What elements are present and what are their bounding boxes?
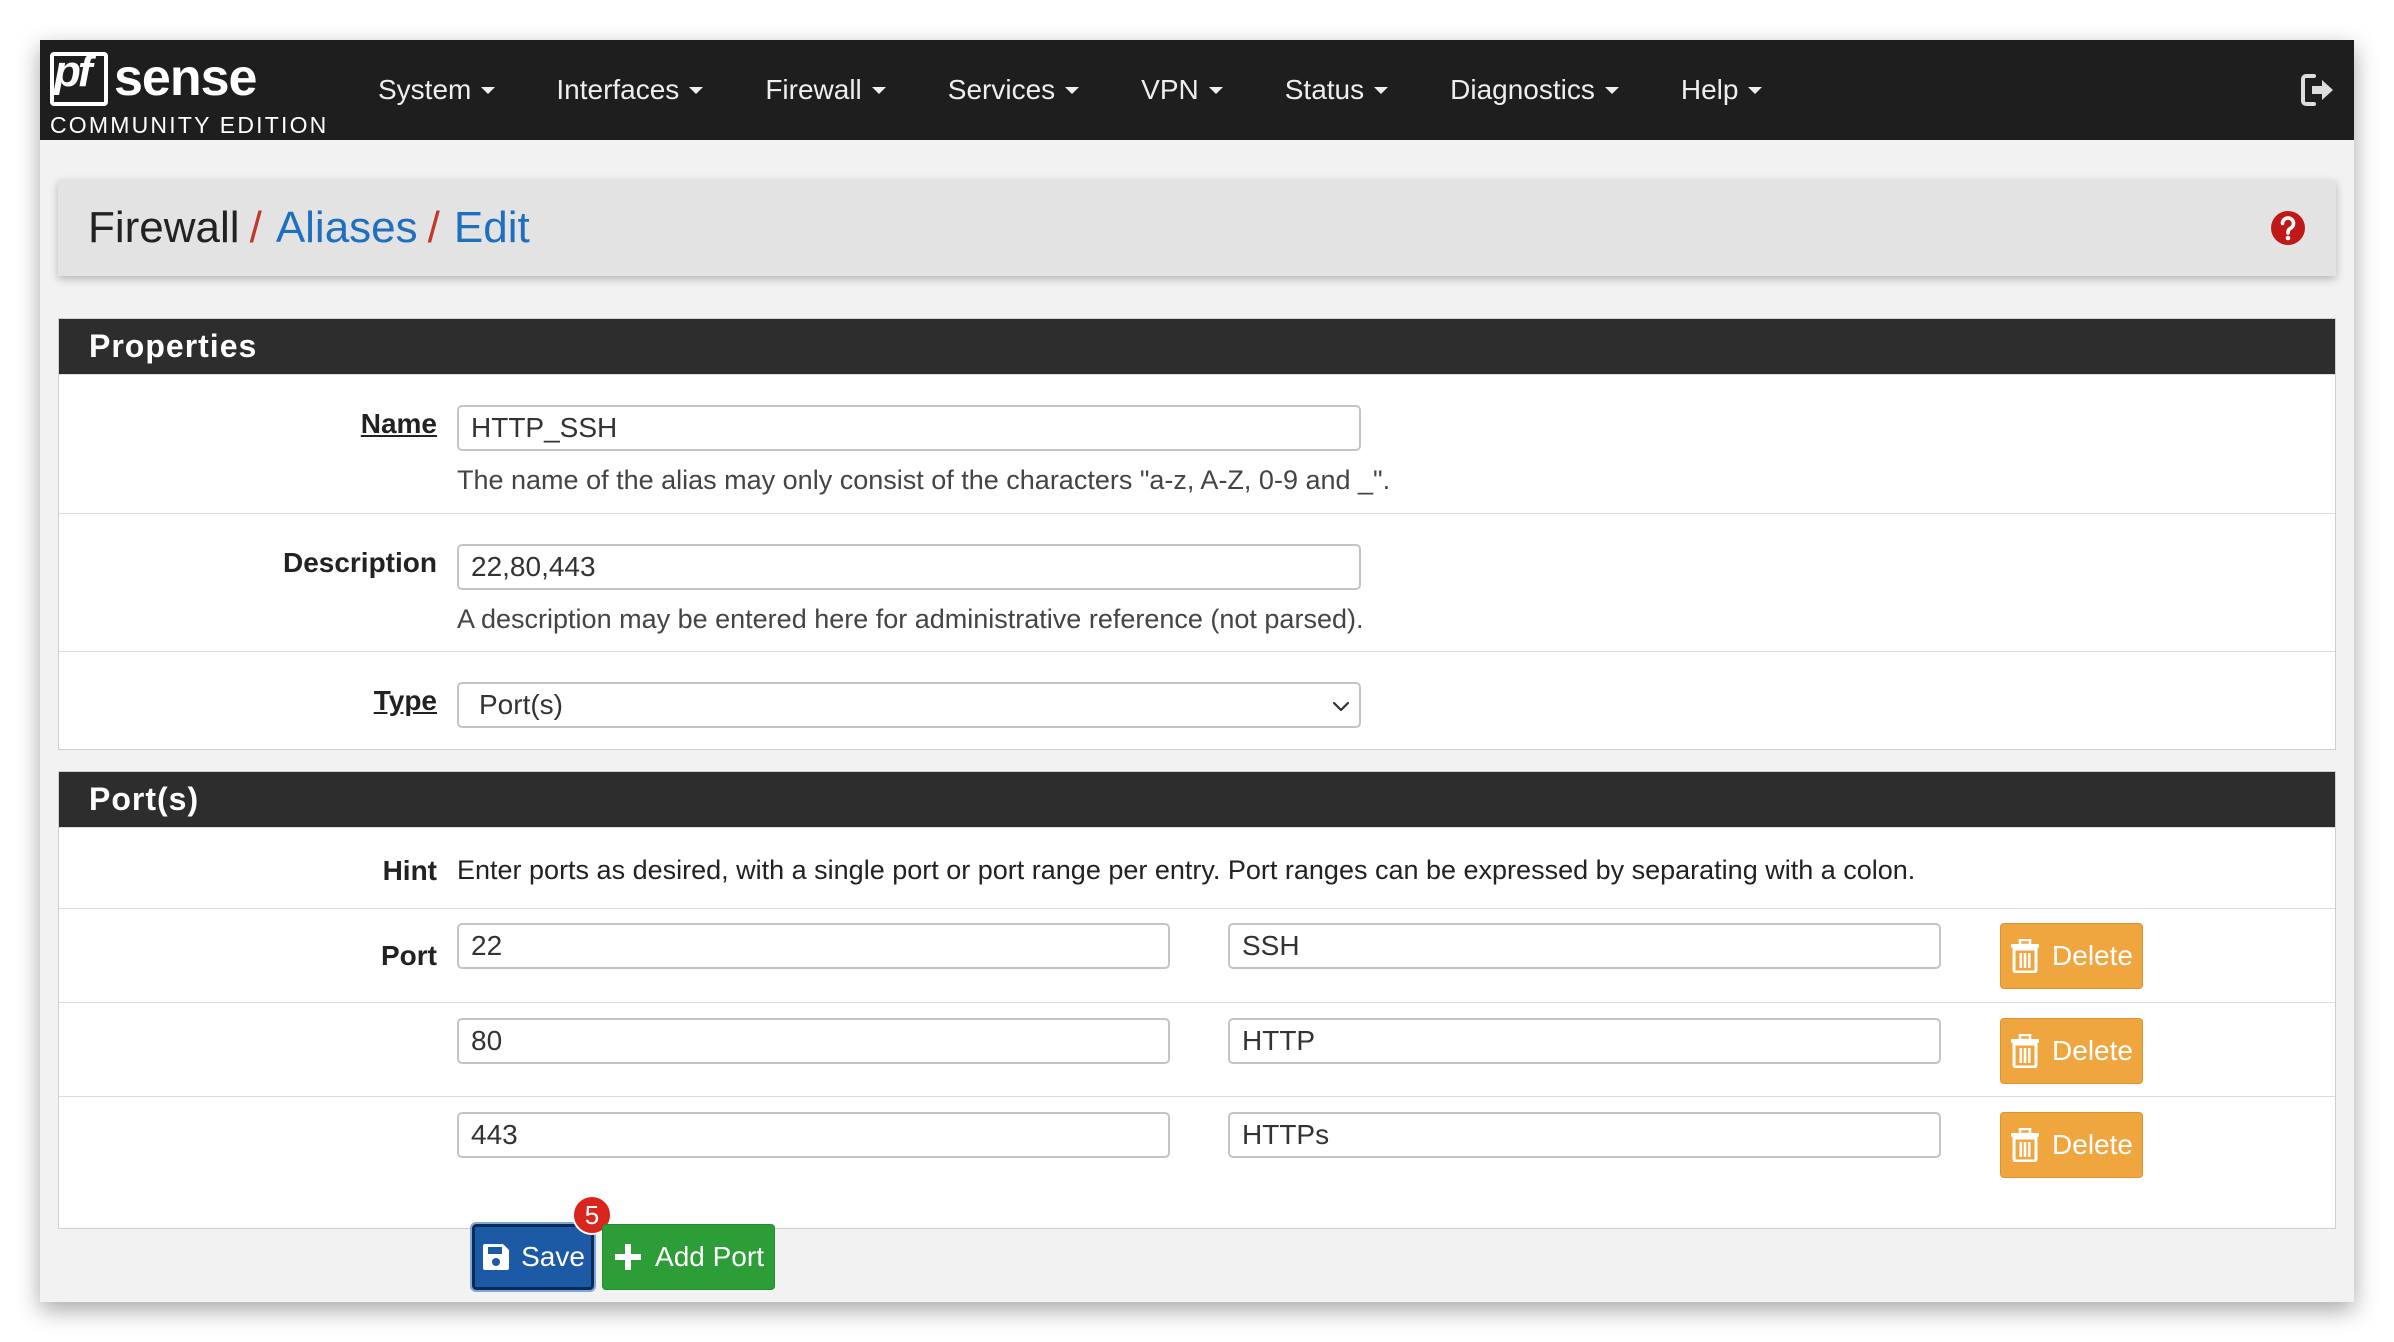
menu-system[interactable]: System (378, 74, 496, 106)
description-help-text: A description may be entered here for ad… (457, 604, 1364, 634)
port-row: Port Delete (59, 908, 2335, 1002)
type-select[interactable]: Port(s) (457, 682, 1361, 728)
description-row: Description A description may be entered… (59, 513, 2335, 651)
caret-down-icon (689, 86, 704, 94)
breadcrumb-separator: / (249, 203, 262, 252)
logo-sense-text: sense (114, 49, 257, 107)
main-menu: System Interfaces Firewall Services VPN … (378, 40, 1763, 140)
caret-down-icon (1065, 86, 1080, 94)
delete-button[interactable]: Delete (2000, 923, 2143, 989)
type-select-value: Port(s) (479, 689, 563, 720)
port-input[interactable] (457, 923, 1170, 969)
delete-button[interactable]: Delete (2000, 1112, 2143, 1178)
caret-down-icon (481, 86, 496, 94)
breadcrumb-bar: Firewall / Aliases / Edit (58, 180, 2336, 276)
delete-label: Delete (2052, 940, 2133, 971)
name-label: Name (360, 408, 437, 439)
breadcrumb-aliases-link[interactable]: Aliases (276, 206, 418, 250)
floppy-disk-icon (483, 1244, 510, 1270)
properties-heading: Properties (59, 319, 2335, 374)
port-input[interactable] (457, 1112, 1170, 1158)
chevron-down-icon (1332, 701, 1350, 712)
port-label: Port (381, 940, 437, 971)
description-input[interactable] (457, 544, 1361, 590)
menu-help[interactable]: Help (1681, 74, 1763, 106)
menu-interfaces[interactable]: Interfaces (556, 74, 704, 106)
menu-diagnostics-label: Diagnostics (1450, 74, 1595, 105)
type-label: Type (373, 685, 437, 716)
port-description-input[interactable] (1228, 1112, 1941, 1158)
port-row: Delete (59, 1096, 2335, 1190)
menu-interfaces-label: Interfaces (556, 74, 680, 105)
trash-icon (2011, 939, 2040, 973)
sign-out-icon[interactable] (2298, 70, 2338, 110)
caret-down-icon (1374, 86, 1389, 94)
caret-down-icon (1748, 86, 1763, 94)
port-input[interactable] (457, 1018, 1170, 1064)
menu-vpn[interactable]: VPN (1141, 74, 1223, 106)
port-row: Delete (59, 1002, 2335, 1096)
plus-icon (615, 1244, 642, 1270)
menu-diagnostics[interactable]: Diagnostics (1450, 74, 1619, 106)
menu-status[interactable]: Status (1284, 74, 1389, 106)
breadcrumb-separator: / (427, 203, 440, 252)
menu-system-label: System (378, 74, 472, 105)
trash-icon (2011, 1034, 2040, 1068)
name-row: Name The name of the alias may only cons… (59, 374, 2335, 513)
port-description-input[interactable] (1228, 1018, 1941, 1064)
logo-pf-text: pf (54, 47, 92, 96)
menu-firewall-label: Firewall (765, 74, 862, 105)
delete-button[interactable]: Delete (2000, 1018, 2143, 1084)
description-label: Description (282, 547, 437, 578)
trash-icon (2011, 1128, 2040, 1162)
menu-services[interactable]: Services (947, 74, 1080, 106)
port-description-input[interactable] (1228, 923, 1941, 969)
save-button[interactable]: Save (470, 1222, 596, 1292)
question-circle-icon[interactable] (2270, 210, 2306, 246)
hint-text: Enter ports as desired, with a single po… (457, 855, 1916, 885)
top-navbar: pf sense COMMUNITY EDITION System Interf… (40, 40, 2354, 140)
properties-panel: Properties Name The name of the alias ma… (58, 318, 2336, 750)
delete-label: Delete (2052, 1129, 2133, 1160)
ports-panel: Port(s) Hint Enter ports as desired, wit… (58, 771, 2336, 1229)
name-help-text: The name of the alias may only consist o… (457, 465, 1391, 495)
menu-help-label: Help (1680, 74, 1739, 105)
delete-label: Delete (2052, 1035, 2133, 1066)
ports-heading: Port(s) (59, 772, 2335, 827)
menu-services-label: Services (947, 74, 1056, 105)
hint-label: Hint (382, 855, 437, 886)
pfsense-logo[interactable]: pf sense COMMUNITY EDITION (50, 46, 350, 138)
menu-status-label: Status (1284, 74, 1365, 105)
menu-firewall[interactable]: Firewall (765, 74, 886, 106)
add-port-label: Add Port (655, 1241, 764, 1272)
breadcrumb-edit-link[interactable]: Edit (454, 206, 530, 250)
hint-row: Hint Enter ports as desired, with a sing… (59, 827, 2335, 908)
name-input[interactable] (457, 405, 1361, 451)
browser-frame: pf sense COMMUNITY EDITION System Interf… (40, 40, 2354, 1302)
type-row: Type Port(s) (59, 651, 2335, 751)
breadcrumb-firewall: Firewall (88, 203, 240, 252)
caret-down-icon (1604, 86, 1619, 94)
menu-vpn-label: VPN (1141, 74, 1199, 105)
save-label: Save (521, 1241, 585, 1272)
caret-down-icon (1208, 86, 1223, 94)
breadcrumb: Firewall / Aliases / Edit (88, 206, 530, 250)
add-port-button[interactable]: Add Port (602, 1224, 775, 1290)
caret-down-icon (871, 86, 886, 94)
logo-edition-text: COMMUNITY EDITION (50, 112, 329, 138)
